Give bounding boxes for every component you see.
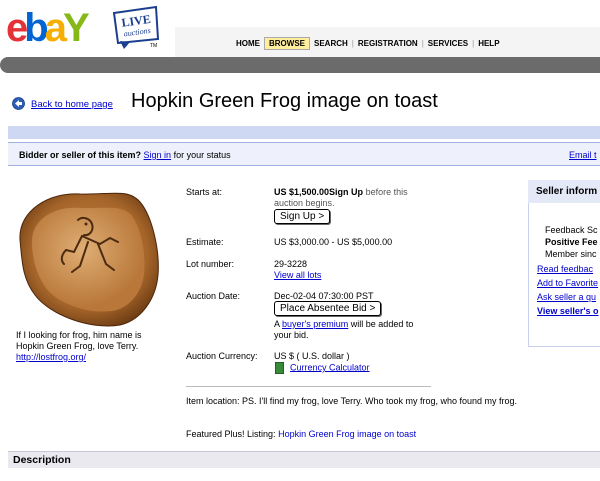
logo-letter-e: e (6, 6, 28, 50)
bidder-status-text: Bidder or seller of this item? Sign in f… (19, 150, 231, 160)
logo-letter-y: Y (62, 6, 90, 50)
auction-currency-value: US $ ( U.S. dollar ) (274, 351, 350, 361)
auction-date-label: Auction Date: (186, 291, 241, 301)
email-link[interactable]: Email t (569, 150, 597, 160)
before-text-1: before this (365, 187, 408, 197)
back-to-home-link[interactable]: Back to home page (31, 99, 113, 110)
description-bar (8, 451, 600, 468)
caption-url-link[interactable]: http://lostfrog.org/ (16, 352, 166, 363)
title-divider-bar (8, 126, 600, 139)
live-auctions-logo[interactable]: LIVE auctions TM (110, 5, 162, 49)
premium-line-2: your bid. (274, 330, 309, 340)
back-arrow-icon[interactable] (12, 97, 25, 110)
featured-label: Featured Plus! Listing: (186, 429, 276, 439)
description-heading: Description (13, 454, 71, 466)
main-nav: HOME BROWSE SEARCH | REGISTRATION | SERV… (232, 36, 504, 50)
sign-in-link[interactable]: Sign in (144, 150, 172, 160)
details-divider (186, 386, 431, 387)
positive-feedback-label: Positive Fee (545, 237, 598, 247)
place-absentee-bid-button[interactable]: Place Absentee Bid > (274, 301, 382, 316)
item-caption: If I looking for frog, him name is Hopki… (16, 330, 166, 363)
sign-up-text: Sign Up (329, 187, 364, 197)
toast-image[interactable] (10, 180, 170, 330)
page-title: Hopkin Green Frog image on toast (131, 90, 438, 112)
nav-help[interactable]: HELP (474, 39, 503, 48)
premium-prefix: A (274, 319, 280, 329)
view-all-lots-link[interactable]: View all lots (274, 270, 321, 280)
estimate-label: Estimate: (186, 237, 224, 247)
caption-line-2: Hopkin Green Frog, love Terry. (16, 341, 139, 351)
estimate-value: US $3,000.00 - US $5,000.00 (274, 237, 393, 247)
lot-number-value: 29-3228 (274, 259, 308, 269)
featured-link[interactable]: Hopkin Green Frog image on toast (278, 429, 416, 439)
add-to-favorite-link[interactable]: Add to Favorite (537, 278, 598, 288)
featured-listing-row: Featured Plus! Listing: Hopkin Green Fro… (186, 429, 416, 439)
before-text-2: auction begins. (274, 198, 335, 208)
nav-search[interactable]: SEARCH (310, 39, 352, 48)
buyers-premium-link[interactable]: buyer's premium (282, 319, 348, 329)
caption-line-1: If I looking for frog, him name is (16, 330, 142, 340)
nav-browse[interactable]: BROWSE (264, 36, 310, 50)
header-gray-bar (0, 57, 600, 73)
auction-currency-label: Auction Currency: (186, 351, 258, 361)
currency-calculator-link[interactable]: Currency Calculator (290, 362, 370, 372)
nav-home[interactable]: HOME (232, 39, 264, 48)
logo-letter-a: a (44, 6, 67, 50)
lot-number-label: Lot number: (186, 259, 235, 269)
premium-suffix: will be added to (350, 319, 414, 329)
ask-seller-link[interactable]: Ask seller a qu (537, 292, 596, 302)
read-feedback-link[interactable]: Read feedbac (537, 264, 593, 274)
starts-at-block: US $1,500.00Sign Up before this auction … (274, 187, 434, 209)
ebay-logo[interactable]: ebaY (6, 6, 106, 50)
buyers-premium-note: A buyer's premium will be added to your … (274, 319, 439, 341)
auction-date-value: Dec-02-04 07:30:00 PST (274, 291, 374, 301)
starts-at-label: Starts at: (186, 187, 223, 197)
sign-up-button[interactable]: Sign Up > (274, 209, 331, 224)
trademark: TM (150, 43, 157, 49)
status-suffix: for your status (173, 150, 231, 160)
currency-calculator-row: Currency Calculator (275, 362, 370, 374)
nav-services[interactable]: SERVICES (424, 39, 472, 48)
nav-registration[interactable]: REGISTRATION (354, 39, 422, 48)
feedback-score-label: Feedback Sc (545, 225, 598, 235)
calculator-icon (275, 362, 284, 374)
starts-at-value: US $1,500.00 (274, 187, 330, 197)
view-sellers-items-link[interactable]: View seller's o (537, 306, 599, 316)
status-question: Bidder or seller of this item? (19, 150, 142, 160)
item-location: Item location: PS. I'll find my frog, lo… (186, 396, 518, 406)
member-since-label: Member sinc (545, 249, 597, 259)
logo-letter-b: b (24, 6, 49, 50)
seller-info-heading: Seller inform (536, 186, 598, 197)
